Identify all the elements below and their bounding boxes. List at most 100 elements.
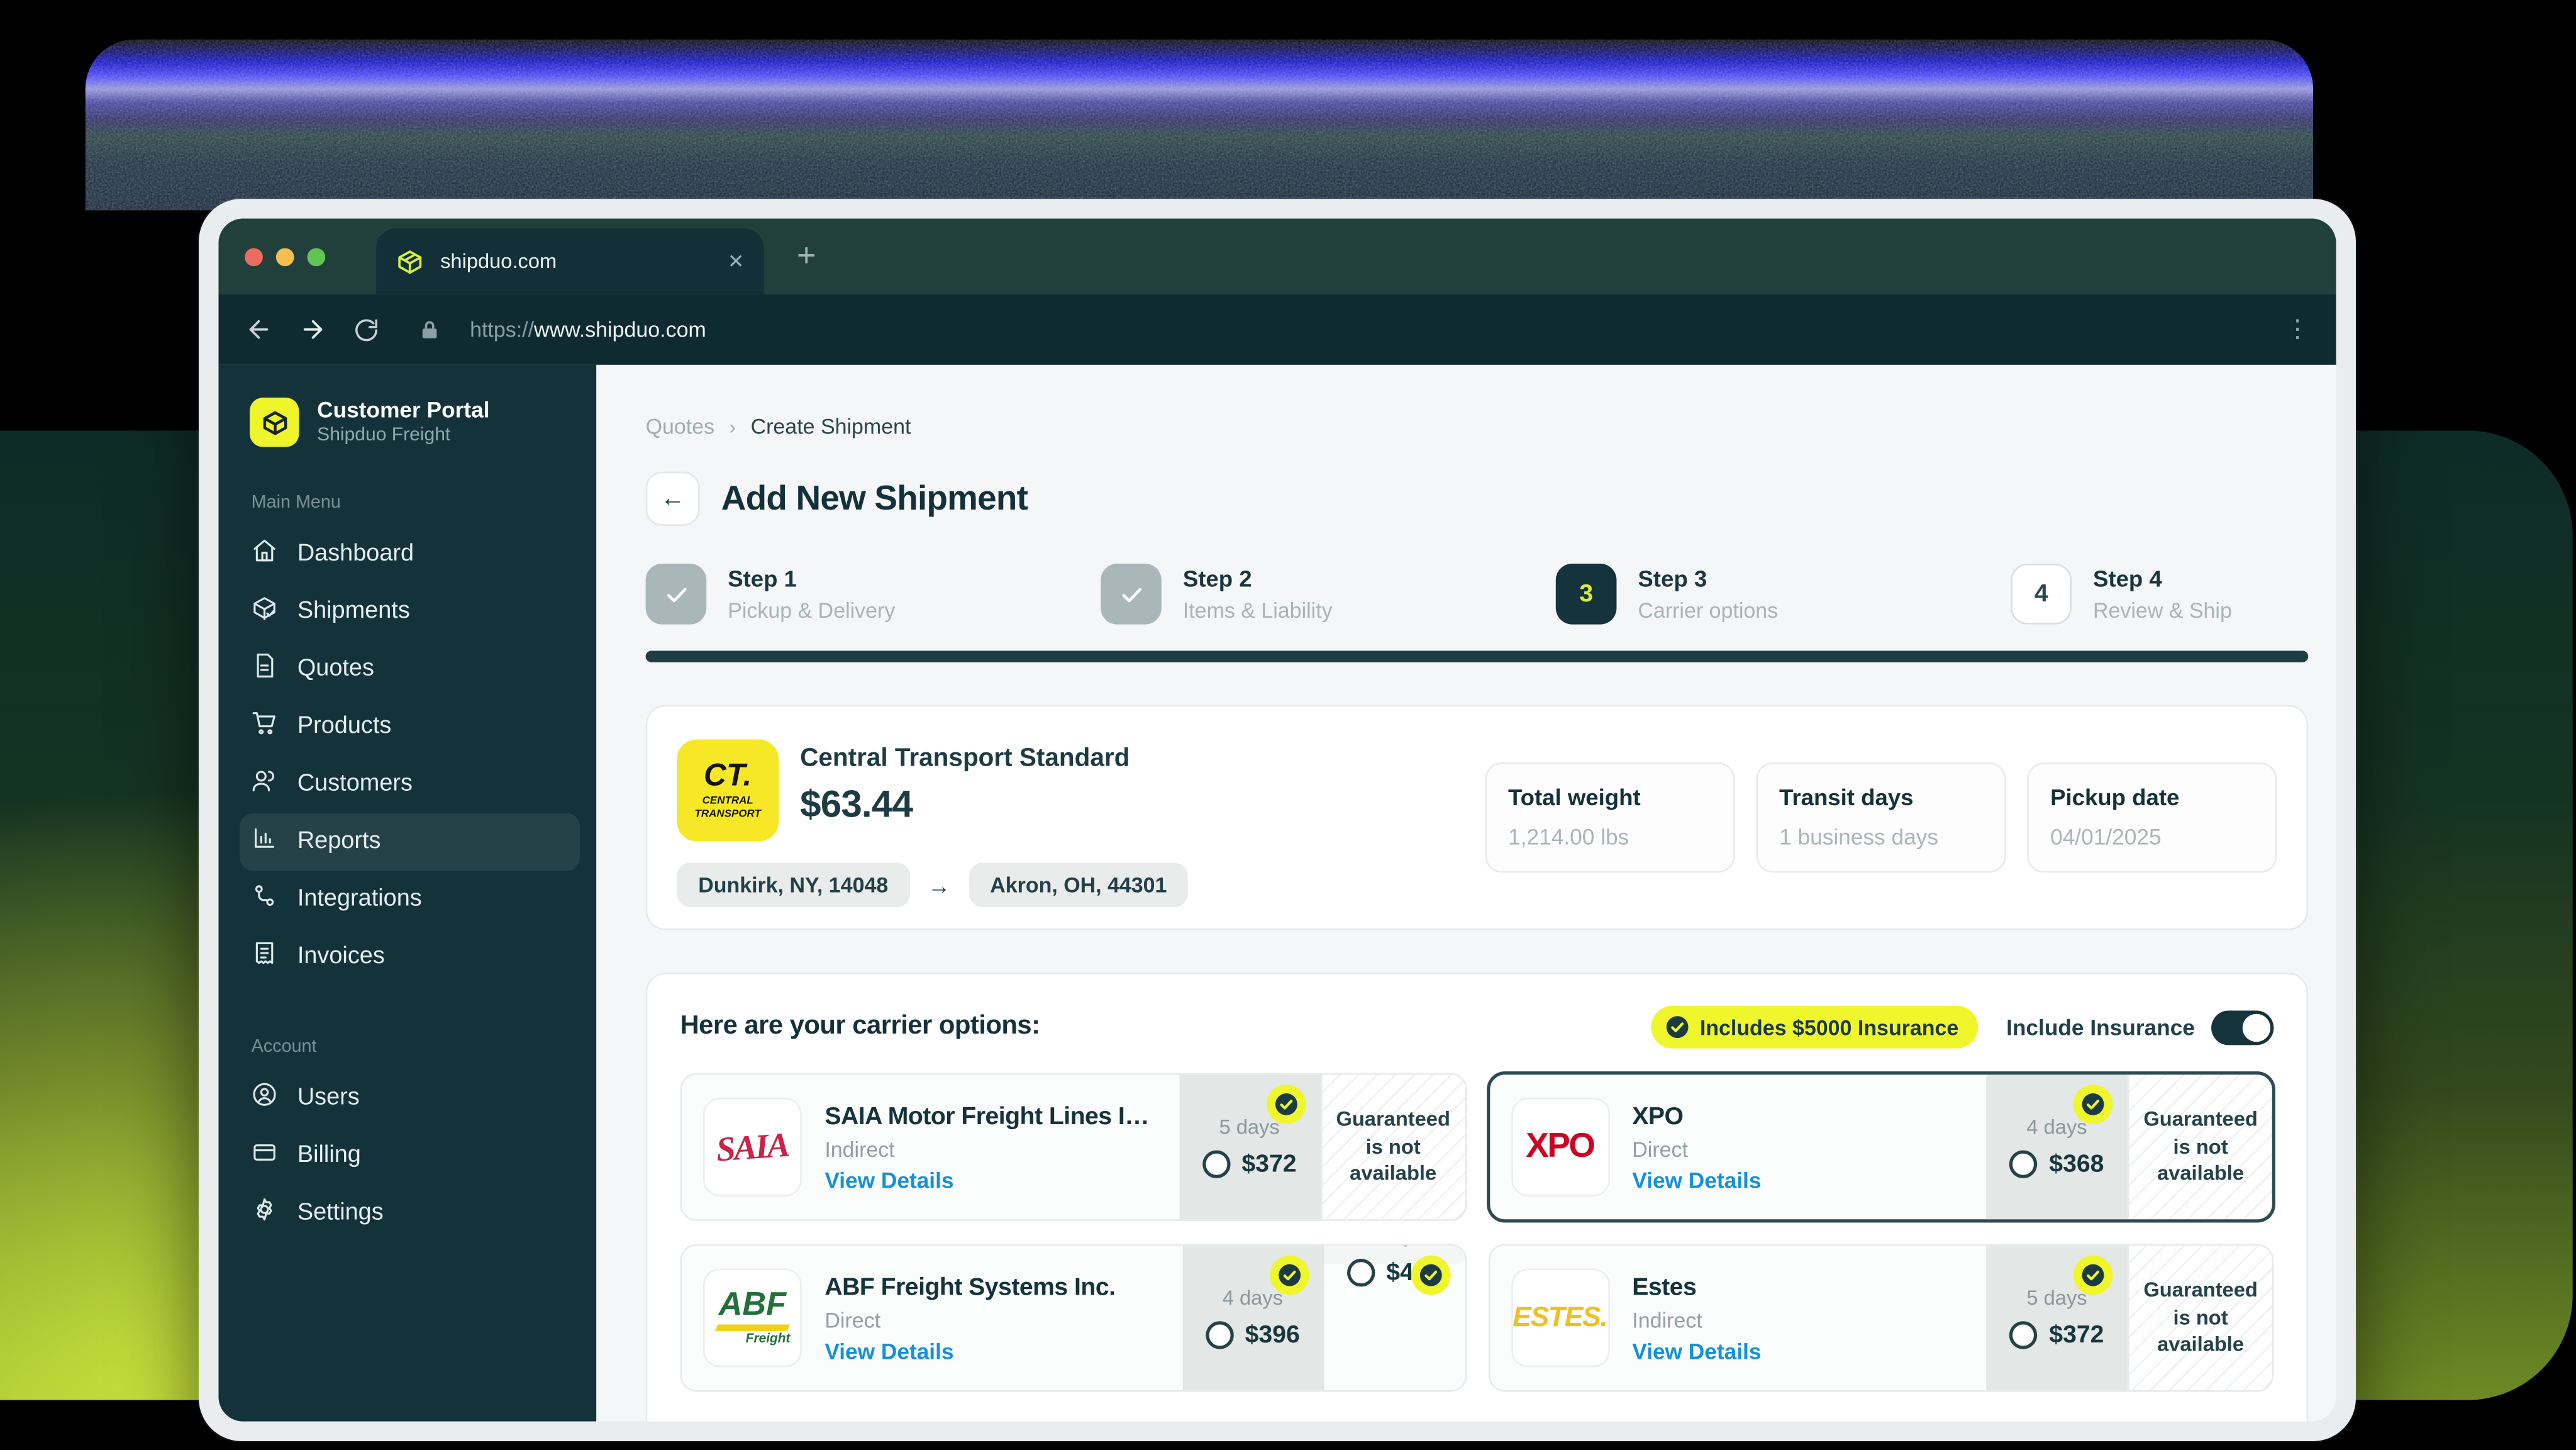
sidebar-item-customers[interactable]: Customers xyxy=(240,755,580,812)
rate-option-cell[interactable]: 4 days $396 xyxy=(1182,1246,1324,1390)
central-transport-logo: CT. CENTRAL TRANSPORT xyxy=(677,739,779,842)
reload-icon[interactable] xyxy=(353,316,380,343)
view-details-link[interactable]: View Details xyxy=(824,1339,1115,1363)
rate-radio[interactable] xyxy=(2009,1150,2038,1178)
url-scheme: https:// xyxy=(470,317,535,342)
sidebar-item-products[interactable]: Products xyxy=(240,698,580,755)
rate-option-cell[interactable]: 5 days $372 xyxy=(1986,1246,2128,1390)
sidebar-item-integrations[interactable]: Integrations xyxy=(240,870,580,927)
carrier-name: ABF Freight Systems Inc. xyxy=(824,1273,1116,1301)
view-details-link[interactable]: View Details xyxy=(1632,1339,1761,1363)
carrier-card-abf[interactable]: ABF Freight ABF Freight Systems Inc. Dire… xyxy=(680,1244,1467,1392)
sidebar-item-billing[interactable]: Billing xyxy=(240,1127,580,1184)
sidebar-item-label: Quotes xyxy=(297,655,374,683)
step-step-1[interactable]: Step 1 Pickup & Delivery xyxy=(645,564,1101,625)
sidebar-item-users[interactable]: Users xyxy=(240,1069,580,1126)
sidebar-item-reports[interactable]: Reports xyxy=(240,812,580,871)
sidebar-item-label: Users xyxy=(297,1085,360,1112)
tab-close-icon[interactable]: ✕ xyxy=(728,250,744,273)
rate-option-cell[interactable]: 5 days $372 xyxy=(1179,1074,1320,1220)
seal-check-icon xyxy=(1665,1016,1688,1039)
credit-card-icon xyxy=(252,1139,278,1171)
sidebar-item-quotes[interactable]: Quotes xyxy=(240,640,580,698)
users-icon xyxy=(252,767,278,800)
gear-icon xyxy=(257,1198,272,1221)
bar-chart-icon xyxy=(255,828,275,848)
window-traffic-lights[interactable] xyxy=(245,247,326,265)
sidebar-section-label: Main Menu xyxy=(251,492,341,512)
breadcrumb: Quotes › Create Shipment xyxy=(646,414,2309,438)
check-icon xyxy=(666,587,686,602)
user-circle-icon xyxy=(253,1083,276,1107)
carrier-logo: ABF Freight xyxy=(703,1268,802,1368)
rate-price: $372 xyxy=(2049,1321,2104,1349)
new-tab-button[interactable]: + xyxy=(797,237,816,275)
insured-seal-icon xyxy=(1265,1085,1306,1124)
close-window-button[interactable] xyxy=(245,247,263,265)
sidebar-item-label: Billing xyxy=(297,1142,361,1169)
minimize-window-button[interactable] xyxy=(275,247,294,265)
step-step-3[interactable]: 3 Step 3 Carrier options xyxy=(1555,564,2011,625)
bar-chart-icon xyxy=(252,825,278,858)
rate-price: $368 xyxy=(2049,1150,2104,1178)
rate-option-cell[interactable]: 4 days $435 xyxy=(1323,1244,1465,1295)
info-box-total-weight: Total weight 1,214.00 lbs xyxy=(1485,762,1735,873)
sidebar-item-settings[interactable]: Settings xyxy=(240,1184,580,1241)
carrier-name: SAIA Motor Freight Lines Inc. xyxy=(824,1101,1153,1130)
breadcrumb-quotes-link[interactable]: Quotes xyxy=(646,414,715,438)
main-content: Quotes › Create Shipment ← Add New Shipm… xyxy=(596,364,2336,1422)
sidebar-item-label: Settings xyxy=(297,1200,384,1226)
step-step-4[interactable]: 4 Step 4 Review & Ship xyxy=(2011,564,2336,625)
view-details-link[interactable]: View Details xyxy=(824,1168,1153,1192)
rate-radio[interactable] xyxy=(1346,1258,1375,1286)
brand-title: Customer Portal xyxy=(317,398,490,423)
stage: shipduo.com ✕ + https://www.shipduo.com … xyxy=(0,0,2576,1449)
info-box-transit-days: Transit days 1 business days xyxy=(1756,762,2006,873)
carrier-options-panel: Here are your carrier options: Includes … xyxy=(645,973,2309,1422)
sidebar-item-invoices[interactable]: Invoices xyxy=(240,928,580,985)
sidebar-item-shipments[interactable]: Shipments xyxy=(240,583,580,640)
receipt-icon xyxy=(252,940,278,973)
receipt-icon xyxy=(255,942,274,964)
back-icon[interactable] xyxy=(245,316,272,343)
brand-logo-icon xyxy=(250,398,299,448)
include-insurance-toggle[interactable] xyxy=(2211,1010,2274,1045)
rate-radio[interactable] xyxy=(2009,1321,2038,1349)
package-check-icon xyxy=(253,597,275,620)
step-badge xyxy=(645,564,707,625)
brand-subtitle: Shipduo Freight xyxy=(317,426,451,446)
rate-radio[interactable] xyxy=(1205,1321,1234,1349)
backdrop-blue-glow xyxy=(85,39,2314,211)
origin-pill: Dunkirk, NY, 14048 xyxy=(677,862,910,907)
browser-tab-bar: shipduo.com ✕ + xyxy=(218,218,2336,294)
transit-days-label: 4 days xyxy=(1363,1244,1424,1246)
carrier-mode: Indirect xyxy=(1632,1307,1702,1332)
sidebar-item-label: Products xyxy=(297,713,392,740)
integration-icon xyxy=(252,883,278,915)
lock-icon xyxy=(422,320,437,338)
browser-menu-icon[interactable]: ⋮ xyxy=(2285,317,2310,342)
carrier-card-saia[interactable]: SAIA SAIA Motor Freight Lines Inc. Indir… xyxy=(680,1073,1467,1221)
view-details-link[interactable]: View Details xyxy=(1632,1168,1761,1192)
summary-price: $63.44 xyxy=(800,782,913,825)
step-step-2[interactable]: Step 2 Items & Liability xyxy=(1101,564,1556,625)
package-check-icon xyxy=(252,595,278,628)
insurance-badge: Includes $5000 Insurance xyxy=(1650,1005,1979,1049)
home-icon xyxy=(253,540,275,562)
back-button[interactable]: ← xyxy=(645,471,700,526)
rate-radio[interactable] xyxy=(1202,1150,1231,1178)
url-bar[interactable]: https://www.shipduo.com xyxy=(470,317,706,342)
destination-pill: Akron, OH, 44301 xyxy=(969,862,1189,907)
home-icon xyxy=(252,537,278,570)
carrier-card-xpo[interactable]: XPO XPO Direct View Details 4 days $368 … xyxy=(1487,1073,2274,1221)
info-box-pickup-date: Pickup date 04/01/2025 xyxy=(2027,762,2277,873)
sidebar-item-dashboard[interactable]: Dashboard xyxy=(240,525,580,583)
forward-icon[interactable] xyxy=(299,316,326,343)
maximize-window-button[interactable] xyxy=(307,247,326,265)
rate-option-cell[interactable]: 4 days $368 xyxy=(1986,1074,2128,1220)
step-badge xyxy=(1101,564,1162,625)
sidebar-item-label: Invoices xyxy=(297,943,385,970)
browser-tab-shipduo[interactable]: shipduo.com ✕ xyxy=(376,228,764,294)
shipduo-favicon-icon xyxy=(398,249,422,273)
carrier-card-estes[interactable]: ESTES. Estes Indirect View Details 5 day… xyxy=(1487,1244,2274,1392)
